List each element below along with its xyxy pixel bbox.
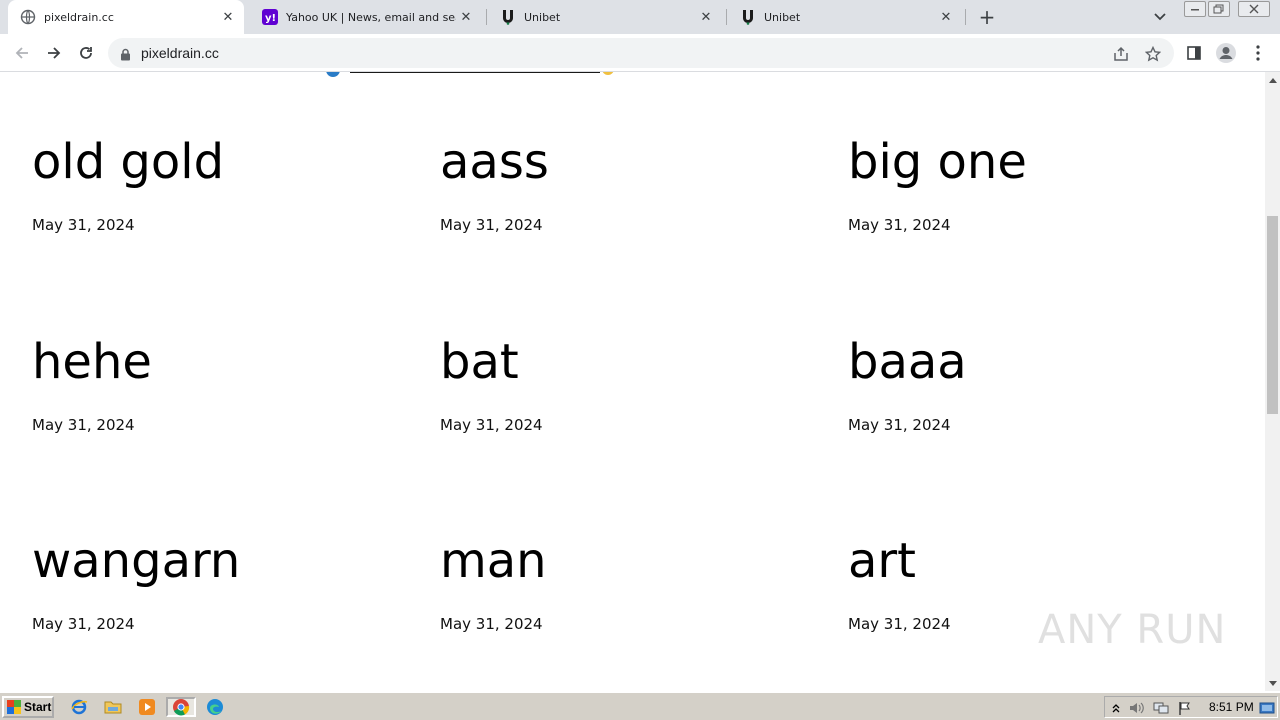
file-date: May 31, 2024: [848, 216, 951, 234]
file-card[interactable]: bat May 31, 2024: [440, 334, 800, 434]
file-name[interactable]: art: [848, 533, 1208, 589]
tab-close-icon[interactable]: ✕: [218, 7, 238, 27]
file-card[interactable]: man May 31, 2024: [440, 533, 800, 633]
file-date: May 31, 2024: [440, 416, 543, 434]
file-name[interactable]: big one: [848, 134, 1208, 190]
tab-close-icon[interactable]: ✕: [696, 7, 716, 27]
unibet-icon: [740, 9, 756, 25]
scroll-down-arrow-icon[interactable]: [1265, 676, 1280, 691]
new-tab-button[interactable]: +: [976, 5, 998, 29]
browser-toolbar: pixeldrain.cc: [0, 34, 1280, 72]
unibet-icon: [500, 9, 516, 25]
side-panel-icon[interactable]: [1182, 41, 1206, 65]
file-name[interactable]: old gold: [32, 134, 392, 190]
scroll-up-arrow-icon[interactable]: [1265, 72, 1280, 87]
file-date: May 31, 2024: [32, 615, 135, 633]
tab-title: pixeldrain.cc: [44, 10, 114, 24]
start-button[interactable]: Start: [2, 696, 54, 718]
system-tray: 8:51 PM: [1104, 696, 1278, 718]
file-name[interactable]: baaa: [848, 334, 1208, 390]
file-name[interactable]: bat: [440, 334, 800, 390]
tab-unibet-2[interactable]: Unibet ✕: [728, 0, 962, 34]
anyrun-watermark: ANY RUN: [1038, 607, 1226, 653]
file-card[interactable]: art May 31, 2024: [848, 533, 1208, 633]
file-date: May 31, 2024: [440, 615, 543, 633]
vertical-scrollbar[interactable]: [1265, 72, 1280, 691]
explorer-folder-icon[interactable]: [102, 697, 124, 717]
file-card[interactable]: big one May 31, 2024: [848, 134, 1208, 234]
tab-separator: [726, 9, 727, 25]
file-card[interactable]: aass May 31, 2024: [440, 134, 800, 234]
tab-separator: [486, 9, 487, 25]
start-label: Start: [24, 700, 52, 714]
reload-button[interactable]: [74, 41, 98, 65]
emoji-icon: [602, 72, 614, 75]
restore-button[interactable]: [1208, 1, 1230, 17]
partial-link[interactable]: [326, 72, 614, 80]
page-viewport: old gold May 31, 2024 aass May 31, 2024 …: [0, 72, 1265, 691]
action-center-flag-icon[interactable]: [1177, 700, 1193, 716]
file-card[interactable]: baaa May 31, 2024: [848, 334, 1208, 434]
tab-yahoo[interactable]: y! Yahoo UK | News, email and search ✕: [250, 0, 482, 34]
yahoo-icon: y!: [262, 9, 278, 25]
tab-pixeldrain[interactable]: pixeldrain.cc ✕: [8, 0, 244, 34]
file-name[interactable]: hehe: [32, 334, 392, 390]
show-desktop-icon[interactable]: [1259, 700, 1275, 716]
link-icon: [326, 72, 340, 77]
file-name[interactable]: man: [440, 533, 800, 589]
file-date: May 31, 2024: [32, 416, 135, 434]
ie-icon[interactable]: [68, 697, 90, 717]
tab-title: Unibet: [764, 10, 801, 24]
file-card[interactable]: wangarn May 31, 2024: [32, 533, 392, 633]
windows-logo-icon: [7, 700, 21, 714]
file-date: May 31, 2024: [848, 615, 951, 633]
file-date: May 31, 2024: [440, 216, 543, 234]
back-button[interactable]: [10, 41, 34, 65]
network-icon[interactable]: [1153, 700, 1169, 716]
menu-kebab-icon[interactable]: [1246, 41, 1270, 65]
file-date: May 31, 2024: [32, 216, 135, 234]
tab-search-chevron-icon[interactable]: [1150, 7, 1170, 27]
file-name[interactable]: aass: [440, 134, 800, 190]
watermark-text: ANY RUN: [1038, 607, 1227, 653]
tab-close-icon[interactable]: ✕: [936, 7, 956, 27]
bookmark-star-icon[interactable]: [1144, 45, 1162, 63]
scrollbar-thumb[interactable]: [1267, 216, 1278, 414]
lock-icon[interactable]: [120, 46, 131, 65]
url-text[interactable]: pixeldrain.cc: [141, 45, 219, 61]
chrome-icon[interactable]: [166, 697, 196, 717]
globe-icon: [20, 9, 36, 25]
file-card[interactable]: old gold May 31, 2024: [32, 134, 392, 234]
forward-button[interactable]: [42, 41, 66, 65]
svg-text:y!: y!: [265, 13, 276, 23]
media-player-icon[interactable]: [136, 697, 158, 717]
tab-close-icon[interactable]: ✕: [456, 7, 476, 27]
file-name[interactable]: wangarn: [32, 533, 392, 589]
address-bar[interactable]: pixeldrain.cc: [108, 38, 1174, 68]
file-date: May 31, 2024: [848, 416, 951, 434]
tab-title: Unibet: [524, 10, 561, 24]
tab-unibet-1[interactable]: Unibet ✕: [488, 0, 722, 34]
tab-separator: [965, 9, 966, 25]
edge-icon[interactable]: [204, 697, 226, 717]
clock[interactable]: 8:51 PM: [1209, 700, 1254, 714]
close-window-button[interactable]: [1238, 1, 1270, 17]
minimize-button[interactable]: [1184, 1, 1206, 17]
tab-strip: pixeldrain.cc ✕ y! Yahoo UK | News, emai…: [0, 0, 1280, 34]
tab-title: Yahoo UK | News, email and search: [286, 10, 456, 24]
volume-icon[interactable]: [1129, 700, 1145, 716]
file-card[interactable]: hehe May 31, 2024: [32, 334, 392, 434]
link-text-cropped: [350, 72, 600, 73]
tray-expand-icon[interactable]: [1108, 700, 1124, 716]
profile-avatar-icon[interactable]: [1214, 41, 1238, 65]
share-icon[interactable]: [1112, 45, 1130, 63]
windows-taskbar: Start 8:51 PM: [0, 692, 1280, 720]
